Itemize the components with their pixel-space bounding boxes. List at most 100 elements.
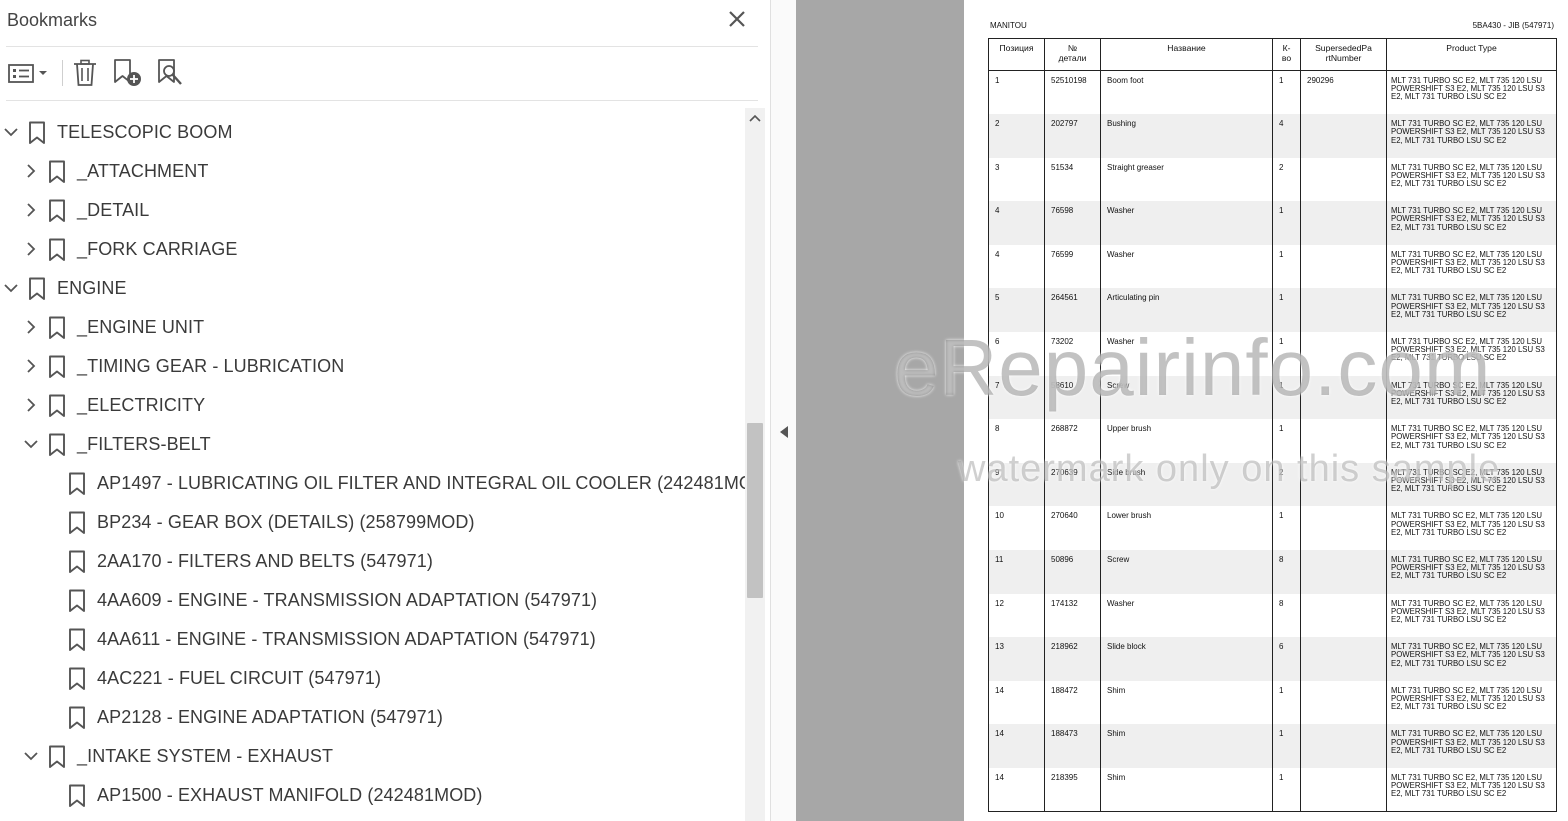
table-cell: 2 — [1272, 157, 1301, 202]
table-cell: 1 — [1272, 680, 1301, 725]
table-cell: Shim — [1100, 724, 1273, 768]
table-cell: Bushing — [1100, 114, 1273, 158]
header-divider — [6, 46, 758, 47]
table-cell — [1300, 593, 1387, 638]
close-icon — [729, 11, 745, 27]
bookmark-item[interactable]: AP2128 - ENGINE ADAPTATION (547971) — [0, 698, 745, 737]
table-cell: 270640 — [1044, 506, 1101, 551]
table-cell — [1300, 201, 1387, 245]
bookmark-icon — [48, 394, 66, 418]
collapse-panel-button[interactable] — [778, 423, 790, 441]
table-cell: 6 — [988, 332, 1045, 376]
chevron-down-icon[interactable] — [23, 436, 39, 452]
bookmark-item[interactable]: 4AA609 - ENGINE - TRANSMISSION ADAPTATIO… — [0, 581, 745, 620]
bookmark-item[interactable]: AP1497 - LUBRICATING OIL FILTER AND INTE… — [0, 464, 745, 503]
table-cell: 188472 — [1044, 680, 1101, 725]
bookmark-icon — [68, 784, 86, 808]
table-cell — [1300, 550, 1387, 594]
table-row: 8 268872 Upper brush 1 MLT 731 TURBO SC E2, … — [988, 419, 1557, 463]
chevron-right-icon[interactable] — [23, 397, 39, 413]
bookmark-icon — [68, 667, 86, 691]
table-cell — [1300, 506, 1387, 551]
column-header: SupersededPa rtNumber — [1300, 38, 1387, 71]
bookmark-item[interactable]: _ELECTRICITY — [0, 386, 745, 425]
table-cell: 218395 — [1044, 768, 1101, 813]
chevron-down-icon[interactable] — [3, 280, 19, 296]
bookmark-label: _ENGINE UNIT — [77, 317, 205, 337]
table-cell: 13 — [988, 637, 1045, 681]
bookmark-icon — [28, 277, 46, 301]
bookmark-item[interactable]: _DETAIL — [0, 191, 745, 230]
delete-bookmark-button[interactable] — [70, 56, 100, 90]
table-cell: 202797 — [1044, 114, 1101, 158]
document-viewer[interactable]: MANITOU 5BA430 - JIB (547971) Позиция № д… — [796, 0, 1568, 821]
bookmark-item[interactable]: _ATTACHMENT — [0, 152, 745, 191]
chevron-right-icon[interactable] — [23, 241, 39, 257]
list-options-icon — [8, 64, 47, 83]
bookmarks-scrollbar[interactable] — [745, 108, 765, 821]
bookmark-item[interactable]: _FILTERS-BELT — [0, 425, 745, 464]
column-header: Product Type — [1386, 38, 1557, 71]
table-cell: 58610 — [1044, 375, 1101, 420]
table-row: 13 218962 Slide block 6 MLT 731 TURBO SC E2,… — [988, 637, 1557, 681]
table-cell: Washer — [1100, 244, 1273, 289]
find-bookmark-icon — [158, 59, 182, 85]
column-header: № детали — [1044, 38, 1101, 71]
table-cell: Side brush — [1100, 462, 1273, 507]
table-cell: 12 — [988, 593, 1045, 638]
bookmark-item[interactable]: _INTAKE SYSTEM - EXHAUST — [0, 737, 745, 776]
bookmark-item[interactable]: ENGINE — [0, 269, 745, 308]
find-bookmark-button[interactable] — [154, 56, 186, 90]
table-cell: 6 — [1272, 637, 1301, 681]
chevron-down-icon[interactable] — [3, 124, 19, 140]
bookmark-item[interactable]: TELESCOPIC BOOM — [0, 113, 745, 152]
bookmark-icon — [48, 355, 66, 379]
bookmark-item[interactable]: _TIMING GEAR - LUBRICATION — [0, 347, 745, 386]
bookmark-label: _ELECTRICITY — [77, 395, 206, 415]
table-cell — [1300, 288, 1387, 333]
bookmark-icon — [68, 589, 86, 613]
close-panel-button[interactable] — [724, 6, 750, 32]
scroll-up-button[interactable] — [745, 108, 765, 128]
new-bookmark-button[interactable] — [110, 56, 144, 90]
chevron-right-icon[interactable] — [23, 202, 39, 218]
table-cell: Slide block — [1100, 637, 1273, 681]
bookmark-item[interactable]: _ENGINE UNIT — [0, 308, 745, 347]
table-cell: 50896 — [1044, 550, 1101, 594]
table-cell: 76599 — [1044, 244, 1101, 289]
bookmark-item[interactable]: 2AA170 - FILTERS AND BELTS (547971) — [0, 542, 745, 581]
table-row: 4 76598 Washer 1 MLT 731 TURBO SC E2, MLT 73… — [988, 201, 1557, 245]
product-type-cell: MLT 731 TURBO SC E2, MLT 735 120 LSU POW… — [1386, 768, 1557, 813]
bookmark-icon — [48, 160, 66, 184]
table-cell: 270639 — [1044, 462, 1101, 507]
chevron-down-icon[interactable] — [23, 748, 39, 764]
table-cell: 14 — [988, 724, 1045, 768]
table-row: 1 52510198 Boom foot 1 290296 MLT 731 TURBO S… — [988, 70, 1557, 115]
product-type-cell: MLT 731 TURBO SC E2, MLT 735 120 LSU POW… — [1386, 462, 1557, 507]
table-cell: 51534 — [1044, 157, 1101, 202]
bookmark-item[interactable]: BP234 - GEAR BOX (DETAILS) (258799MOD) — [0, 503, 745, 542]
options-menu-button[interactable] — [6, 56, 50, 90]
table-cell — [1300, 768, 1387, 813]
scroll-thumb[interactable] — [747, 423, 763, 598]
table-cell: 14 — [988, 768, 1045, 813]
bookmark-label: BP234 - GEAR BOX (DETAILS) (258799MOD) — [97, 512, 475, 532]
table-row: 7 58610 Screw 1 MLT 731 TURBO SC E2, MLT 735… — [988, 375, 1557, 420]
table-row: 6 73202 Washer 1 MLT 731 TURBO SC E2, MLT 73… — [988, 332, 1557, 376]
chevron-right-icon[interactable] — [23, 163, 39, 179]
bookmark-item[interactable]: _FORK CARRIAGE — [0, 230, 745, 269]
table-row: 11 50896 Screw 8 MLT 731 TURBO SC E2, MLT 73… — [988, 550, 1557, 594]
bookmark-item[interactable]: AP1500 - EXHAUST MANIFOLD (242481MOD) — [0, 776, 745, 815]
bookmark-icon — [68, 550, 86, 574]
chevron-right-icon[interactable] — [23, 358, 39, 374]
product-type-cell: MLT 731 TURBO SC E2, MLT 735 120 LSU POW… — [1386, 70, 1557, 115]
chevron-right-icon[interactable] — [23, 319, 39, 335]
chevron-up-icon — [749, 114, 761, 122]
bookmark-item[interactable]: 4AC221 - FUEL CIRCUIT (547971) — [0, 659, 745, 698]
document-page: MANITOU 5BA430 - JIB (547971) Позиция № д… — [964, 0, 1568, 821]
table-row: 5 264561 Articulating pin 1 MLT 731 TURBO SC… — [988, 288, 1557, 333]
table-cell: 9 — [988, 462, 1045, 507]
bookmark-item[interactable]: 4AA611 - ENGINE - TRANSMISSION ADAPTATIO… — [0, 620, 745, 659]
panel-splitter[interactable] — [770, 0, 796, 821]
table-cell — [1300, 462, 1387, 507]
